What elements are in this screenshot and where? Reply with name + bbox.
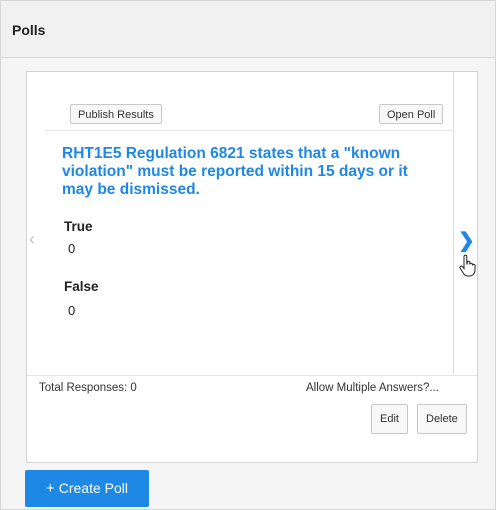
chevron-right-icon[interactable]: ❯ xyxy=(458,228,475,253)
hand-cursor-icon xyxy=(459,254,476,277)
poll-question: RHT1E5 Regulation 6821 states that a "kn… xyxy=(62,145,408,198)
delete-button[interactable]: Delete xyxy=(417,404,467,434)
panel-title: Polls xyxy=(12,22,46,38)
chevron-left-icon[interactable]: ‹ xyxy=(29,229,35,250)
option-label-false: False xyxy=(64,279,99,294)
create-poll-button[interactable]: + Create Poll xyxy=(25,470,149,507)
panel-header: Polls xyxy=(1,1,495,58)
polls-panel: Polls ‹ Publish Results Open Poll RHT1E5… xyxy=(0,0,496,510)
total-responses: Total Responses: 0 xyxy=(39,382,137,394)
allow-multiple-label: Allow Multiple Answers? xyxy=(306,382,430,394)
option-count-false: 0 xyxy=(68,303,76,318)
open-poll-button[interactable]: Open Poll xyxy=(379,104,444,124)
option-count-true: 0 xyxy=(68,241,76,256)
option-label-true: True xyxy=(64,219,93,234)
divider xyxy=(27,375,477,376)
allow-multiple-answers: Allow Multiple Answers?... xyxy=(306,382,439,394)
poll-slide: Publish Results Open Poll RHT1E5 Regulat… xyxy=(45,72,454,374)
plus-icon: + xyxy=(45,480,55,497)
edit-button[interactable]: Edit xyxy=(371,404,408,434)
publish-results-button[interactable]: Publish Results xyxy=(70,104,162,124)
create-poll-label: Create Poll xyxy=(58,480,129,496)
poll-card: ‹ Publish Results Open Poll RHT1E5 Regul… xyxy=(26,71,478,463)
divider xyxy=(45,130,453,131)
